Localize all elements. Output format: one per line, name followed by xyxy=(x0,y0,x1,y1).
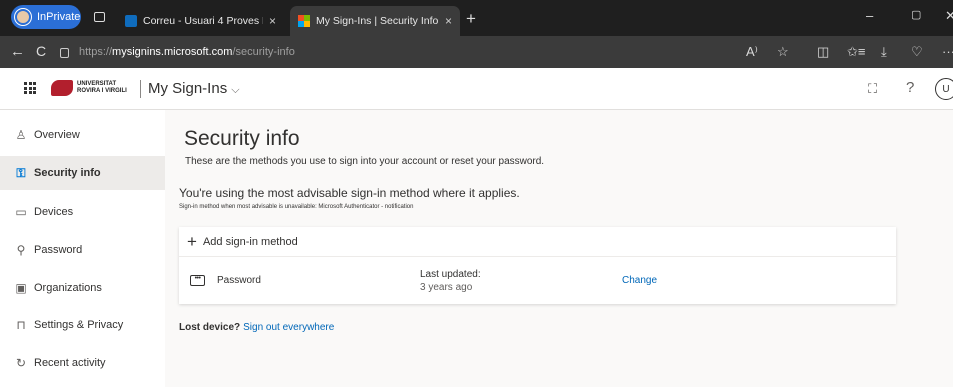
app-header: UNIVERSITAT ROVIRA I VIRGILI My Sign-Ins… xyxy=(0,68,953,110)
minimize-icon[interactable]: – xyxy=(866,8,873,23)
url-path: /security-info xyxy=(232,46,295,58)
security-key-icon: ⚿ xyxy=(16,165,26,180)
organization-icon[interactable]: ⛶ xyxy=(868,81,877,97)
tab-title: My Sign-Ins | Security Info | Micr xyxy=(316,15,439,27)
copilot-icon[interactable]: ♡ xyxy=(911,44,923,60)
inprivate-label: InPrivate xyxy=(37,11,81,23)
tab-outlook-mail[interactable]: Correu - Usuari 4 Proves Núvol C × xyxy=(117,6,284,36)
header-divider xyxy=(140,80,141,98)
browser-tab-strip: InPrivate Correu - Usuari 4 Proves Núvol… xyxy=(0,0,953,36)
briefcase-icon: ▣ xyxy=(15,281,27,295)
key-icon: ⚲ xyxy=(16,243,26,257)
lost-device-label: Lost device? xyxy=(179,322,241,333)
tab-my-sign-ins[interactable]: My Sign-Ins | Security Info | Micr × xyxy=(290,6,460,36)
profile-avatar-icon xyxy=(15,9,31,25)
address-bar[interactable]: https:// mysignins.microsoft.com /securi… xyxy=(60,40,712,64)
app-launcher-icon[interactable] xyxy=(24,82,36,94)
outlook-favicon-icon xyxy=(125,15,137,27)
tab-close-icon[interactable]: × xyxy=(269,14,276,28)
sidebar-item-organizations[interactable]: ▣ Organizations xyxy=(0,271,165,305)
favorite-star-icon[interactable]: ☆ xyxy=(777,44,789,60)
lock-icon xyxy=(60,48,69,58)
app-switcher[interactable]: My Sign-Ins ⌵ xyxy=(148,80,240,97)
microsoft-favicon-icon xyxy=(298,15,310,27)
sidebar-item-overview[interactable]: ♙ Overview xyxy=(0,118,165,152)
plus-icon: + xyxy=(187,231,197,251)
method-name: Password xyxy=(217,275,261,286)
lock-icon: ⊓ xyxy=(16,318,26,332)
address-toolbar: ← C https:// mysignins.microsoft.com /se… xyxy=(0,36,953,68)
sidebar-item-label: Devices xyxy=(34,206,74,218)
lost-device-row: Lost device? Sign out everywhere xyxy=(179,322,334,333)
sidebar-item-password[interactable]: ⚲ Password xyxy=(0,233,165,267)
logo-line1: UNIVERSITAT xyxy=(77,81,117,87)
page-title: Security info xyxy=(184,127,300,150)
add-method-label: Add sign-in method xyxy=(202,235,298,248)
sidebar-item-label: Organizations xyxy=(34,282,102,294)
help-icon[interactable]: ? xyxy=(906,79,914,96)
laptop-icon: ▭ xyxy=(15,205,27,219)
sidebar-item-settings-privacy[interactable]: ⊓ Settings & Privacy xyxy=(0,308,165,342)
main-content: Security info These are the methods you … xyxy=(165,110,953,387)
favorites-icon[interactable]: ✩≡ xyxy=(847,44,865,60)
sidebar-item-security-info[interactable]: ⚿ Security info xyxy=(0,156,165,190)
change-password-link[interactable]: Change xyxy=(622,275,657,286)
advisable-method-text: You're using the most advisable sign-in … xyxy=(179,186,520,200)
more-icon[interactable]: ··· xyxy=(942,44,953,59)
maximize-icon[interactable]: ▢ xyxy=(911,8,921,21)
back-arrow-icon[interactable]: ← xyxy=(10,43,25,60)
sidebar-item-label: Settings & Privacy xyxy=(34,319,124,331)
password-dots-icon: ••• xyxy=(190,275,205,286)
methods-card: + Add sign-in method ••• Password Last u… xyxy=(179,227,896,304)
sign-out-everywhere-link[interactable]: Sign out everywhere xyxy=(243,322,334,333)
last-updated-label: Last updated: xyxy=(420,269,481,280)
urv-logo-mark-icon xyxy=(51,80,73,96)
sidebar-item-label: Security info xyxy=(34,167,101,179)
read-aloud-icon[interactable]: A⁾ xyxy=(746,44,758,60)
new-tab-button[interactable]: + xyxy=(466,9,476,29)
sidebar-item-label: Recent activity xyxy=(34,357,106,369)
tab-title: Correu - Usuari 4 Proves Núvol C xyxy=(143,15,263,27)
split-screen-icon[interactable]: ◫ xyxy=(817,44,829,60)
sidebar-item-devices[interactable]: ▭ Devices xyxy=(0,195,165,229)
app-title: My Sign-Ins xyxy=(148,80,228,97)
university-logo[interactable]: UNIVERSITAT ROVIRA I VIRGILI xyxy=(51,78,137,98)
sidebar-item-label: Password xyxy=(34,244,83,256)
avatar[interactable]: U xyxy=(935,78,953,100)
add-sign-in-method-button[interactable]: + Add sign-in method xyxy=(179,227,896,257)
history-icon: ↻ xyxy=(15,356,27,370)
inprivate-button[interactable]: InPrivate xyxy=(11,5,81,29)
last-updated-value: 3 years ago xyxy=(420,282,473,293)
sidebar-item-label: Overview xyxy=(34,129,80,141)
close-window-icon[interactable]: ✕ xyxy=(945,8,953,24)
download-icon[interactable]: ⤓ xyxy=(881,44,887,60)
logo-line2: ROVIRA I VIRGILI xyxy=(77,88,127,94)
person-icon: ♙ xyxy=(15,128,27,142)
method-row-password: ••• Password Last updated: 3 years ago C… xyxy=(179,257,896,304)
tab-actions-icon[interactable] xyxy=(94,12,105,22)
sidebar-item-recent-activity[interactable]: ↻ Recent activity xyxy=(0,346,165,380)
fallback-method-note: Sign-in method when most advisable is un… xyxy=(179,204,414,210)
sidebar: ♙ Overview ⚿ Security info ▭ Devices ⚲ P… xyxy=(0,110,165,387)
chevron-down-icon: ⌵ xyxy=(231,84,240,96)
refresh-icon[interactable]: C xyxy=(36,43,46,59)
url-scheme: https:// xyxy=(79,46,113,58)
page-subtitle: These are the methods you use to sign in… xyxy=(185,156,545,167)
url-host: mysignins.microsoft.com xyxy=(112,46,233,58)
tab-close-icon[interactable]: × xyxy=(445,14,452,28)
